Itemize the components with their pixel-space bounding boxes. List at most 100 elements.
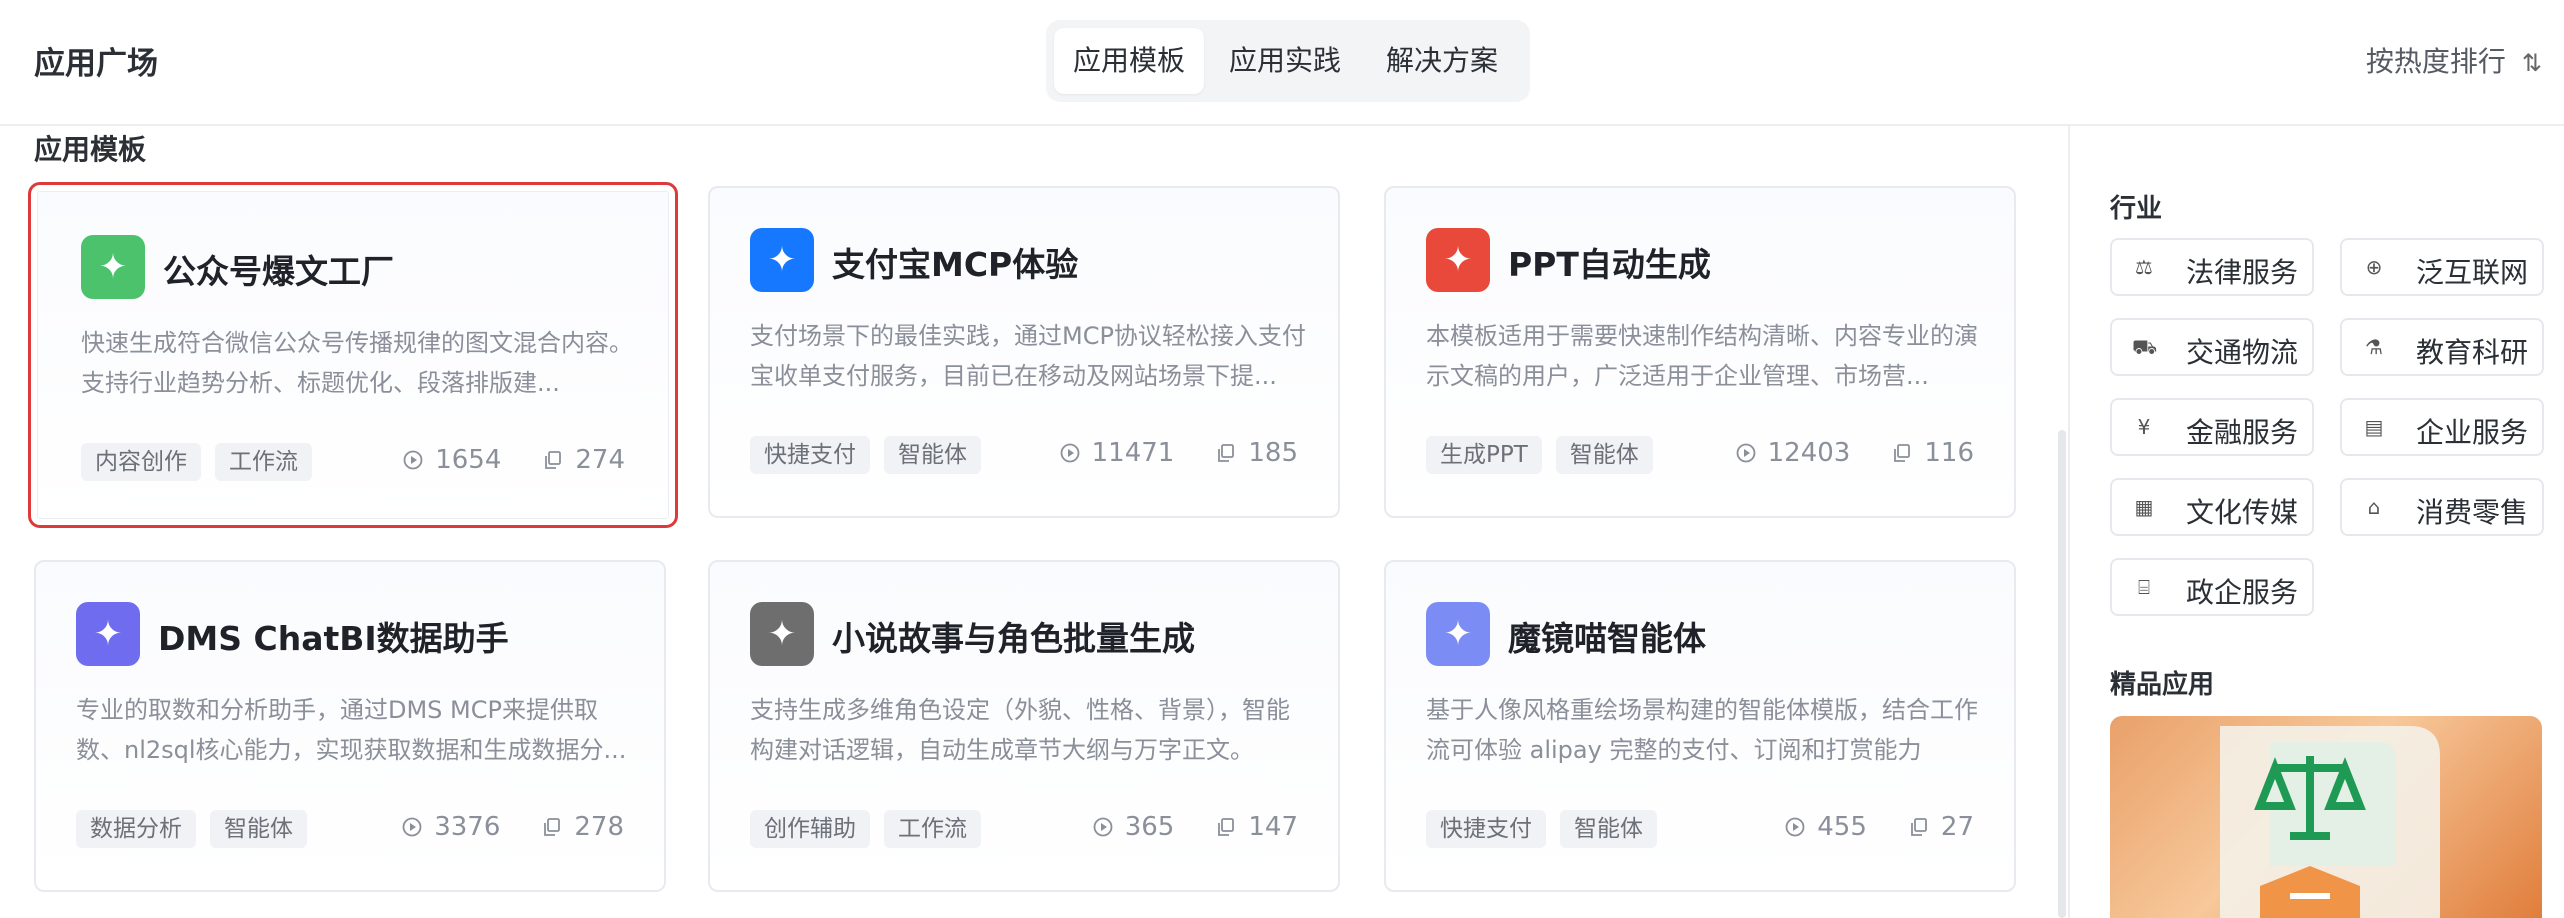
copy-count: 274: [575, 445, 625, 475]
industry-chip[interactable]: ▤ 企业服务: [2340, 398, 2544, 456]
app-description: 支付场景下的最佳实践，通过MCP协议轻松接入支付宝收单支付服务，目前已在移动及网…: [750, 322, 1306, 390]
app-logo-icon: ✦: [1426, 228, 1490, 292]
industry-label: 文化传媒: [2186, 496, 2299, 529]
copy-count: 27: [1940, 812, 1974, 842]
building-icon: ▤: [2364, 415, 2384, 439]
scale-icon: ⚖: [2135, 255, 2153, 279]
app-tag: 快捷支付: [750, 436, 870, 474]
top-bar: 应用广场 应用模板 应用实践 解决方案 按热度排行 ⇅: [0, 0, 2564, 126]
app-name: PPT自动生成: [1508, 245, 1711, 284]
app-tag: 数据分析: [76, 810, 196, 848]
app-tag: 创作辅助: [750, 810, 870, 848]
industry-label: 法律服务: [2186, 256, 2299, 289]
sort-label: 按热度排行: [2365, 45, 2506, 78]
app-name: DMS ChatBI数据助手: [158, 619, 509, 658]
industry-chip[interactable]: ⚗ 教育科研: [2340, 318, 2544, 376]
tab-app-practice[interactable]: 应用实践: [1210, 28, 1360, 94]
app-tag: 智能体: [1560, 810, 1657, 848]
app-logo-icon: ✦: [81, 235, 145, 299]
app-name: 小说故事与角色批量生成: [832, 619, 1195, 658]
industry-label: 企业服务: [2416, 416, 2529, 449]
app-name: 魔镜喵智能体: [1508, 619, 1706, 658]
app-stats: 11471 185: [1060, 438, 1298, 468]
car-icon: ⛟: [2132, 335, 2158, 359]
industry-label: 消费零售: [2416, 496, 2529, 529]
copy-count: 147: [1248, 812, 1298, 842]
app-name: 支付宝MCP体验: [832, 245, 1079, 284]
book-icon: ▦: [2134, 495, 2154, 519]
app-description: 基于人像风格重绘场景构建的智能体模版，结合工作流可体验 alipay 完整的支付…: [1426, 696, 1978, 764]
app-card[interactable]: ✦ 公众号爆文工厂 快速生成符合微信公众号传播规律的图文混合内容。支持行业趋势分…: [28, 182, 678, 528]
app-description: 专业的取数和分析助手，通过DMS MCP来提供取数、nl2sql核心能力，实现获…: [76, 696, 627, 764]
play-count-icon: [402, 817, 422, 837]
sort-button[interactable]: 按热度排行 ⇅: [2366, 40, 2542, 80]
app-name: 公众号爆文工厂: [163, 252, 394, 291]
run-count: 365: [1124, 812, 1175, 842]
app-description: 快速生成符合微信公众号传播规律的图文混合内容。支持行业趋势分析、标题优化、段落排…: [81, 329, 633, 397]
category-tabs: 应用模板 应用实践 解决方案: [1046, 20, 1530, 102]
globe-icon: ⊕: [2365, 255, 2383, 279]
copy-count-icon: [1894, 444, 1911, 462]
app-tags: 创作辅助 工作流: [750, 810, 981, 848]
app-logo-icon: ✦: [76, 602, 140, 666]
copy-count-icon: [545, 451, 562, 469]
app-tag: 智能体: [884, 436, 981, 474]
app-stats: 365 147: [1093, 812, 1298, 842]
app-tags: 快捷支付 智能体: [1426, 810, 1657, 848]
app-stats: 12403 116: [1736, 438, 1974, 468]
copy-count-icon: [1218, 818, 1235, 836]
app-tag: 工作流: [215, 443, 312, 481]
copy-count-icon: [544, 818, 561, 836]
government-icon: ⌸: [2138, 575, 2150, 599]
coin-icon: ¥: [2137, 415, 2151, 439]
copy-count: 116: [1924, 438, 1974, 468]
tab-solutions[interactable]: 解决方案: [1366, 28, 1518, 94]
page-title: 应用广场: [34, 46, 158, 82]
industry-label: 泛互联网: [2416, 256, 2529, 289]
industry-chip[interactable]: ⌸ 政企服务: [2110, 558, 2314, 616]
copy-count-icon: [1218, 444, 1235, 462]
app-tag: 工作流: [884, 810, 981, 848]
app-tags: 快捷支付 智能体: [750, 436, 981, 474]
industry-chip[interactable]: ▦ 文化传媒: [2110, 478, 2314, 536]
industry-label: 政企服务: [2186, 576, 2299, 609]
sort-icon: ⇅: [2521, 49, 2542, 77]
app-stats: 1654 274: [403, 445, 625, 475]
copy-count-icon: [1911, 818, 1927, 836]
sidebar-divider: [2068, 124, 2070, 918]
featured-heading: 精品应用: [2110, 670, 2215, 700]
run-count: 455: [1817, 812, 1867, 842]
app-tags: 数据分析 智能体: [76, 810, 307, 848]
app-card[interactable]: ✦ 小说故事与角色批量生成 支持生成多维角色设定（外貌、性格、背景），智能构建对…: [708, 560, 1340, 892]
app-logo-icon: ✦: [750, 602, 814, 666]
flask-icon: ⚗: [2365, 335, 2383, 359]
industry-chip[interactable]: ⚖ 法律服务: [2110, 238, 2314, 296]
play-count-icon: [1093, 817, 1113, 837]
app-card[interactable]: ✦ 魔镜喵智能体 基于人像风格重绘场景构建的智能体模版，结合工作流可体验 ali…: [1384, 560, 2016, 892]
industry-chip[interactable]: ⊕ 泛互联网: [2340, 238, 2544, 296]
copy-count: 278: [574, 812, 624, 842]
play-count-icon: [1785, 817, 1805, 837]
industry-label: 交通物流: [2186, 336, 2299, 369]
app-logo-icon: ✦: [1426, 602, 1490, 666]
featured-app-image[interactable]: [2110, 716, 2542, 918]
run-count: 1654: [435, 445, 502, 475]
industry-chip[interactable]: ⛟ 交通物流: [2110, 318, 2314, 376]
app-card[interactable]: ✦ DMS ChatBI数据助手 专业的取数和分析助手，通过DMS MCP来提供…: [34, 560, 666, 892]
app-tag: 快捷支付: [1426, 810, 1546, 848]
app-logo-icon: ✦: [750, 228, 814, 292]
play-count-icon: [403, 450, 423, 470]
app-tag: 内容创作: [81, 443, 201, 481]
tab-app-templates[interactable]: 应用模板: [1054, 28, 1204, 94]
industry-label: 教育科研: [2416, 336, 2529, 369]
industry-chip[interactable]: ¥ 金融服务: [2110, 398, 2314, 456]
section-title: 应用模板: [34, 133, 147, 166]
industry-chip[interactable]: ⌂ 消费零售: [2340, 478, 2544, 536]
app-description: 本模板适用于需要快速制作结构清晰、内容专业的演示文稿的用户，广泛适用于企业管理、…: [1426, 322, 1978, 390]
app-card[interactable]: ✦ PPT自动生成 本模板适用于需要快速制作结构清晰、内容专业的演示文稿的用户，…: [1384, 186, 2016, 518]
app-description: 支持生成多维角色设定（外貌、性格、背景），智能构建对话逻辑，自动生成章节大纲与万…: [750, 696, 1290, 764]
app-card[interactable]: ✦ 支付宝MCP体验 支付场景下的最佳实践，通过MCP协议轻松接入支付宝收单支付…: [708, 186, 1340, 518]
app-tags: 内容创作 工作流: [81, 443, 312, 481]
play-count-icon: [1736, 443, 1756, 463]
scrollbar[interactable]: [2058, 430, 2066, 918]
